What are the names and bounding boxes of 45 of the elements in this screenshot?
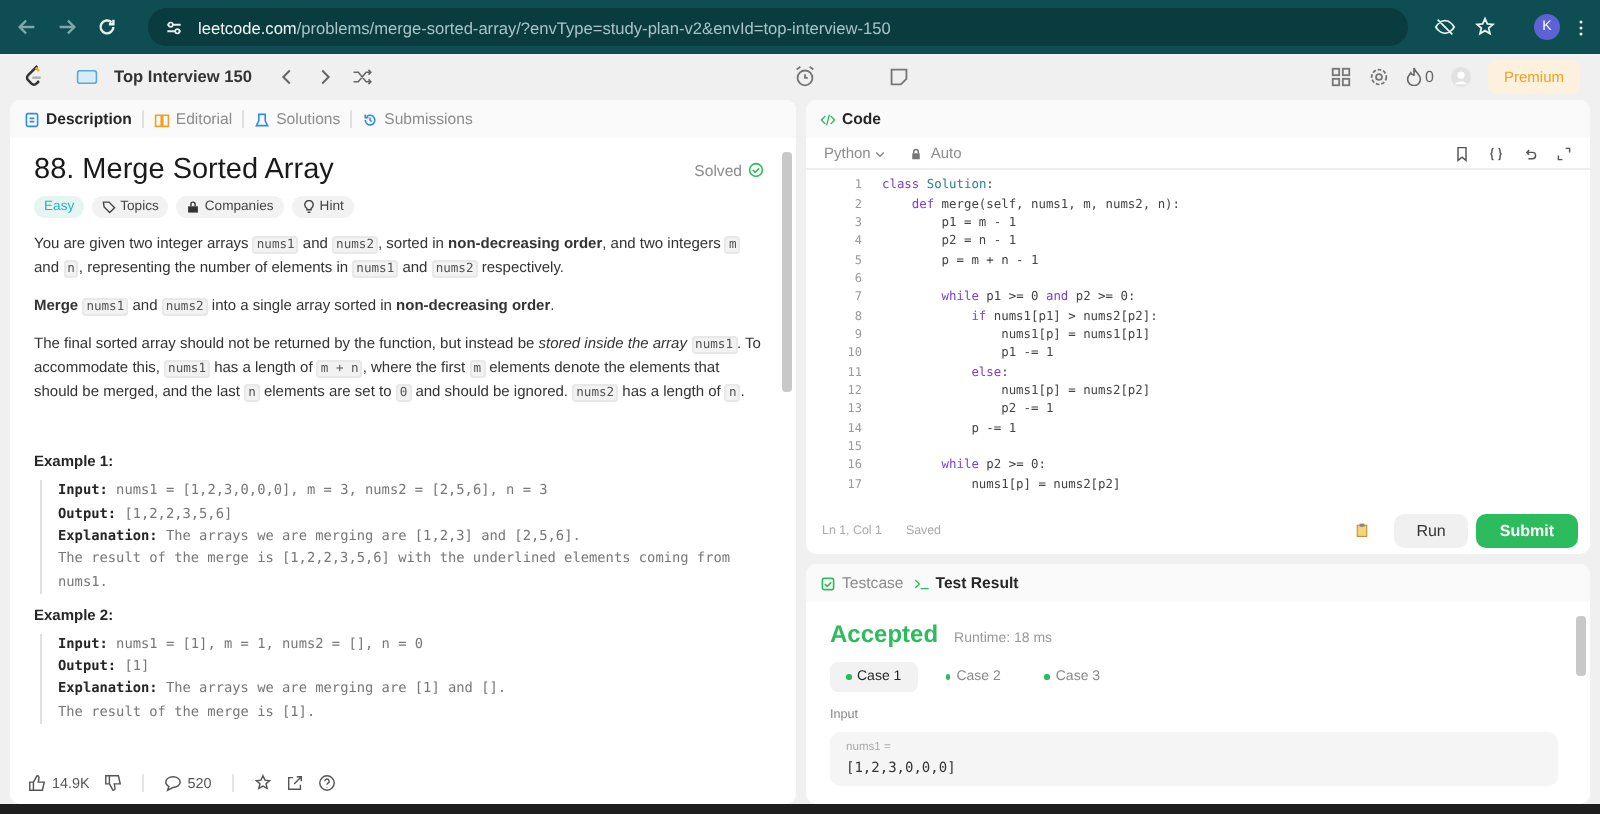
undo-icon[interactable] — [1522, 145, 1538, 161]
address-bar[interactable]: leetcode.com/problems/merge-sorted-array/?envType=study-plan-v2&envId=top-interview-150 — [148, 8, 1408, 46]
history-icon — [362, 111, 379, 127]
flame-icon — [1405, 66, 1422, 86]
forward-icon[interactable] — [56, 16, 78, 38]
alarm-clock-icon[interactable] — [791, 63, 818, 89]
url-text: leetcode.com/problems/merge-sorted-array/?envType=study-plan-v2&envId=top-interview-150 — [198, 17, 891, 37]
note-icon[interactable] — [885, 63, 912, 89]
lightbulb-icon — [301, 200, 316, 214]
braces-icon[interactable] — [1488, 145, 1504, 161]
shuffle-icon[interactable] — [352, 65, 375, 87]
thumbs-up-icon — [28, 773, 46, 791]
clipboard-icon[interactable] — [1354, 522, 1371, 538]
share-icon[interactable] — [285, 773, 304, 791]
lock-icon — [186, 200, 201, 214]
chevron-down-icon — [874, 147, 887, 159]
flask-icon — [254, 111, 271, 127]
settings-icon[interactable] — [1367, 65, 1390, 87]
terminal-icon — [913, 575, 930, 591]
tag-icon — [102, 200, 117, 214]
study-plan-title[interactable]: Top Interview 150 — [114, 66, 253, 86]
comment-icon — [163, 773, 182, 791]
grid-icon[interactable] — [1329, 65, 1352, 87]
problem-title: 88. Merge Sorted Array — [34, 154, 336, 186]
streak-counter[interactable]: 0 — [1405, 66, 1434, 86]
lock-icon — [910, 147, 923, 159]
verdict-text: Accepted — [830, 620, 939, 648]
reload-icon[interactable] — [96, 16, 118, 38]
help-icon[interactable] — [317, 773, 336, 791]
document-icon — [24, 111, 40, 127]
star-icon[interactable] — [253, 773, 272, 791]
logo-icon[interactable] — [24, 64, 44, 88]
back-icon[interactable] — [16, 16, 38, 38]
check-circle-icon — [748, 162, 764, 178]
site-info-icon[interactable] — [164, 17, 184, 37]
run-button[interactable]: Run — [1394, 513, 1468, 547]
menu-icon[interactable] — [1578, 17, 1584, 37]
eye-slash-icon[interactable] — [1434, 16, 1456, 38]
checkbox-icon — [820, 575, 836, 591]
book-icon — [153, 111, 170, 127]
code-icon — [820, 111, 836, 127]
expand-icon[interactable] — [1556, 145, 1572, 161]
bookmark-star-icon[interactable] — [1474, 16, 1496, 38]
bookmark-icon[interactable] — [1454, 145, 1470, 161]
thumbs-down-icon[interactable] — [103, 773, 122, 791]
